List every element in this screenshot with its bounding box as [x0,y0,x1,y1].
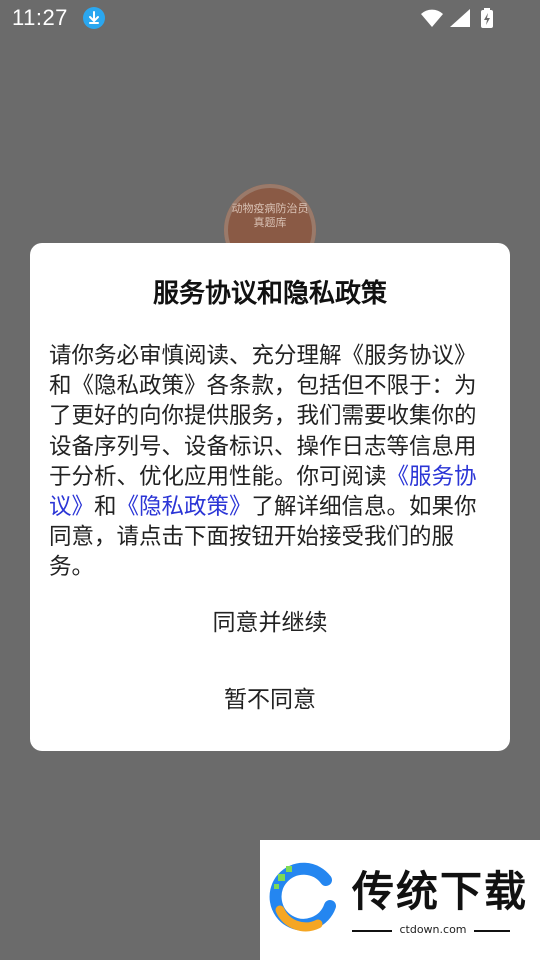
download-icon [83,7,105,29]
dialog-title: 服务协议和隐私政策 [152,279,387,309]
status-bar: 11:27 [0,0,540,36]
watermark-divider-right [474,930,510,932]
watermark: 传统下载 ctdown.com [260,840,540,960]
dialog-text-and: 和 [94,494,117,521]
watermark-divider-left [352,930,392,932]
dialog-message: 请你务必审慎阅读、充分理解《服务协议》和《隐私政策》各条款，包括但不限于：为了更… [49,341,485,583]
agree-continue-button[interactable]: 同意并继续 [30,598,510,648]
battery-charging-icon [481,8,493,28]
watermark-domain: ctdown.com [399,923,467,936]
decline-button[interactable]: 暂不同意 [30,675,510,725]
wifi-icon [421,9,443,27]
app-logo-text: 动物疫病防治员 真题库 [231,202,309,229]
system-status-icons [420,7,500,29]
privacy-dialog: 服务协议和隐私政策 请你务必审慎阅读、充分理解《服务协议》和《隐私政策》各条款，… [30,243,510,751]
signal-icon [450,9,470,27]
watermark-title: 传统下载 [352,867,529,916]
status-time: 11:27 [12,5,68,30]
watermark-logo-icon [269,862,336,932]
privacy-policy-link[interactable]: 《隐私政策》 [117,494,252,520]
